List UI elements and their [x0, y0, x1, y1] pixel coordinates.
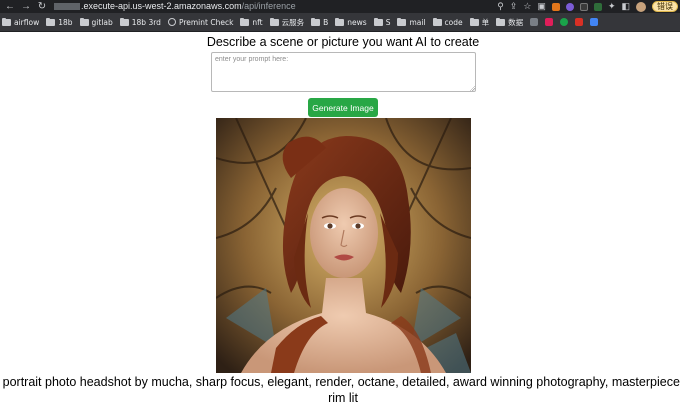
folder-icon [496, 17, 506, 26]
textarea-resize-handle[interactable] [469, 85, 475, 91]
share-icon[interactable]: ⇪ [510, 0, 518, 13]
bookmark-label: gitlab [91, 17, 113, 27]
folder-icon [469, 17, 479, 26]
bookmark-label: B [323, 17, 329, 27]
bookmark-18b-3rd[interactable]: 18b 3rd [119, 17, 161, 27]
puzzle-extensions-icon[interactable]: ✦ [608, 0, 616, 13]
bookmark-label: S [385, 17, 391, 27]
folder-icon [269, 17, 279, 26]
bookmark-airflow[interactable]: airflow [2, 17, 40, 27]
folder-icon [46, 17, 56, 26]
metamask-icon[interactable] [551, 2, 560, 11]
bookmark-gitlab[interactable]: gitlab [79, 17, 113, 27]
sidepanel-icon[interactable]: ◧ [621, 0, 630, 13]
bookmark-label: code [444, 17, 463, 27]
bookmark-favicon-red-icon[interactable] [575, 18, 584, 26]
folder-icon [397, 17, 407, 26]
bookmark-news[interactable]: news [335, 17, 367, 27]
folder-icon [373, 17, 383, 26]
image-caption: portrait photo headshot by mucha, sharp … [2, 375, 680, 405]
globe-icon [167, 18, 176, 26]
profile-avatar[interactable] [636, 1, 646, 12]
bookmark-label: 单 [481, 17, 490, 27]
bookmark-dan[interactable]: 单 [469, 17, 490, 28]
bookmark-nft[interactable]: nft [240, 17, 263, 27]
bookmark-s[interactable]: S [373, 17, 391, 27]
redacted-subdomain [54, 3, 80, 10]
folder-icon [119, 17, 129, 26]
bookmark-label: 18b 3rd [131, 17, 161, 27]
folder-icon [311, 17, 321, 26]
bookmarks-bar: airflow 18b gitlab 18b 3rd Premint Check… [0, 13, 680, 32]
bookmark-b[interactable]: B [311, 17, 329, 27]
generate-image-button[interactable]: Generate Image [308, 98, 378, 117]
url-path: /api/inference [241, 1, 296, 11]
wallet-icon[interactable]: ▣ [537, 0, 546, 13]
bookmark-label: news [347, 17, 367, 27]
bookmark-favicon-slack-icon[interactable] [545, 18, 554, 26]
bookmark-favicon-blue-icon[interactable] [590, 18, 599, 26]
bookmark-label: airflow [14, 17, 40, 27]
bookmark-18b[interactable]: 18b [46, 17, 73, 27]
folder-icon [240, 17, 250, 26]
bookmark-cloud-services[interactable]: 云服务 [269, 17, 305, 28]
generated-image [216, 118, 471, 373]
bookmark-favicon-link-icon[interactable] [530, 18, 539, 26]
bookmark-label: nft [252, 17, 263, 27]
bookmark-label: mail [409, 17, 426, 27]
page-heading: Describe a scene or picture you want AI … [206, 35, 480, 49]
folder-icon [432, 17, 442, 26]
reload-icon[interactable]: ↻ [34, 0, 50, 13]
extension-purple-icon[interactable] [565, 2, 574, 11]
address-bar[interactable]: .execute-api.us-west-2.amazonaws.com /ap… [54, 0, 296, 13]
folder-icon [2, 17, 11, 26]
bookmark-data[interactable]: 数据 [496, 17, 523, 28]
back-arrow-icon[interactable]: ← [2, 0, 18, 13]
bookmark-code[interactable]: code [432, 17, 463, 27]
folder-icon [79, 17, 89, 26]
forward-arrow-icon[interactable]: → [18, 0, 34, 13]
error-badge[interactable]: 错误 [652, 1, 678, 12]
bookmark-star-icon[interactable]: ☆ [523, 0, 531, 13]
bookmark-premint-check[interactable]: Premint Check [167, 17, 234, 27]
bookmark-label: 数据 [508, 17, 524, 27]
extensions-area: ⚲ ⇪ ☆ ▣ ✦ ◧ 错误 [497, 0, 680, 13]
url-host: .execute-api.us-west-2.amazonaws.com [81, 1, 242, 11]
browser-toolbar: ← → ↻ .execute-api.us-west-2.amazonaws.c… [0, 0, 680, 13]
bookmark-label: 云服务 [281, 17, 305, 27]
bookmark-label: Premint Check [178, 17, 234, 27]
bookmark-favicon-green-icon[interactable] [560, 18, 569, 26]
bookmark-mail[interactable]: mail [397, 17, 426, 27]
folder-icon [335, 17, 345, 26]
extension-green-icon[interactable] [593, 2, 602, 11]
bookmark-label: 18b [58, 17, 73, 27]
zoom-icon[interactable]: ⚲ [497, 0, 504, 13]
extension-dark-icon[interactable] [579, 2, 588, 11]
prompt-input[interactable] [211, 52, 476, 92]
portrait-artwork [216, 118, 471, 373]
